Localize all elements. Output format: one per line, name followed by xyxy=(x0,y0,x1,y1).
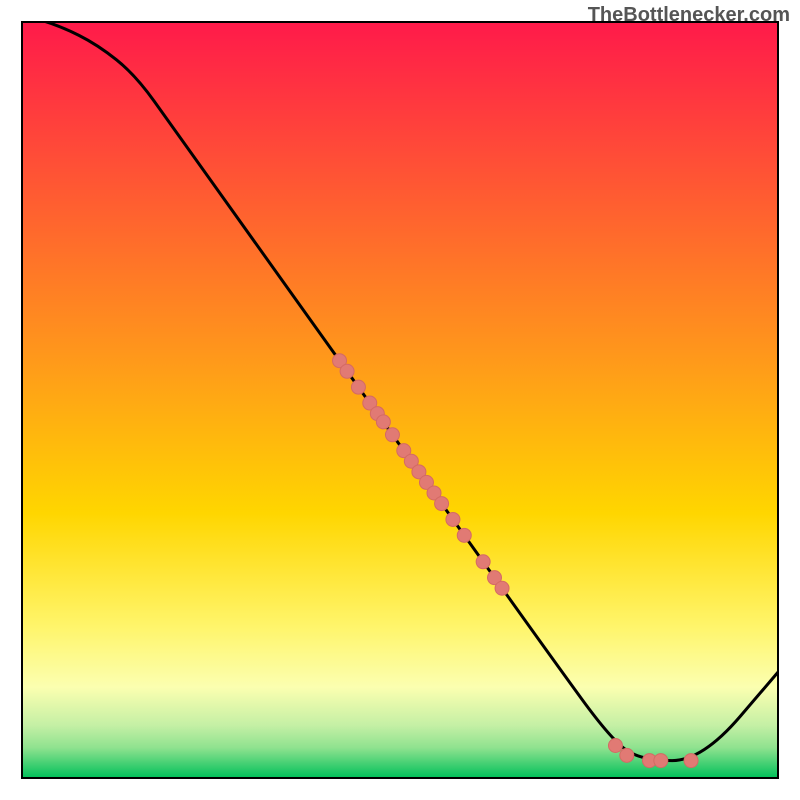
data-point xyxy=(435,497,449,511)
chart-container: TheBottlenecker.com xyxy=(0,0,800,800)
watermark-text: TheBottlenecker.com xyxy=(588,4,790,27)
data-point xyxy=(446,512,460,526)
data-point xyxy=(476,555,490,569)
data-point xyxy=(620,748,634,762)
data-point xyxy=(495,581,509,595)
data-point xyxy=(654,754,668,768)
data-point xyxy=(608,738,622,752)
data-point xyxy=(385,428,399,442)
data-point xyxy=(457,528,471,542)
data-point xyxy=(376,415,390,429)
bottleneck-chart xyxy=(0,0,800,800)
data-point xyxy=(351,380,365,394)
data-point xyxy=(340,364,354,378)
data-point xyxy=(684,754,698,768)
gradient-background xyxy=(22,22,778,778)
